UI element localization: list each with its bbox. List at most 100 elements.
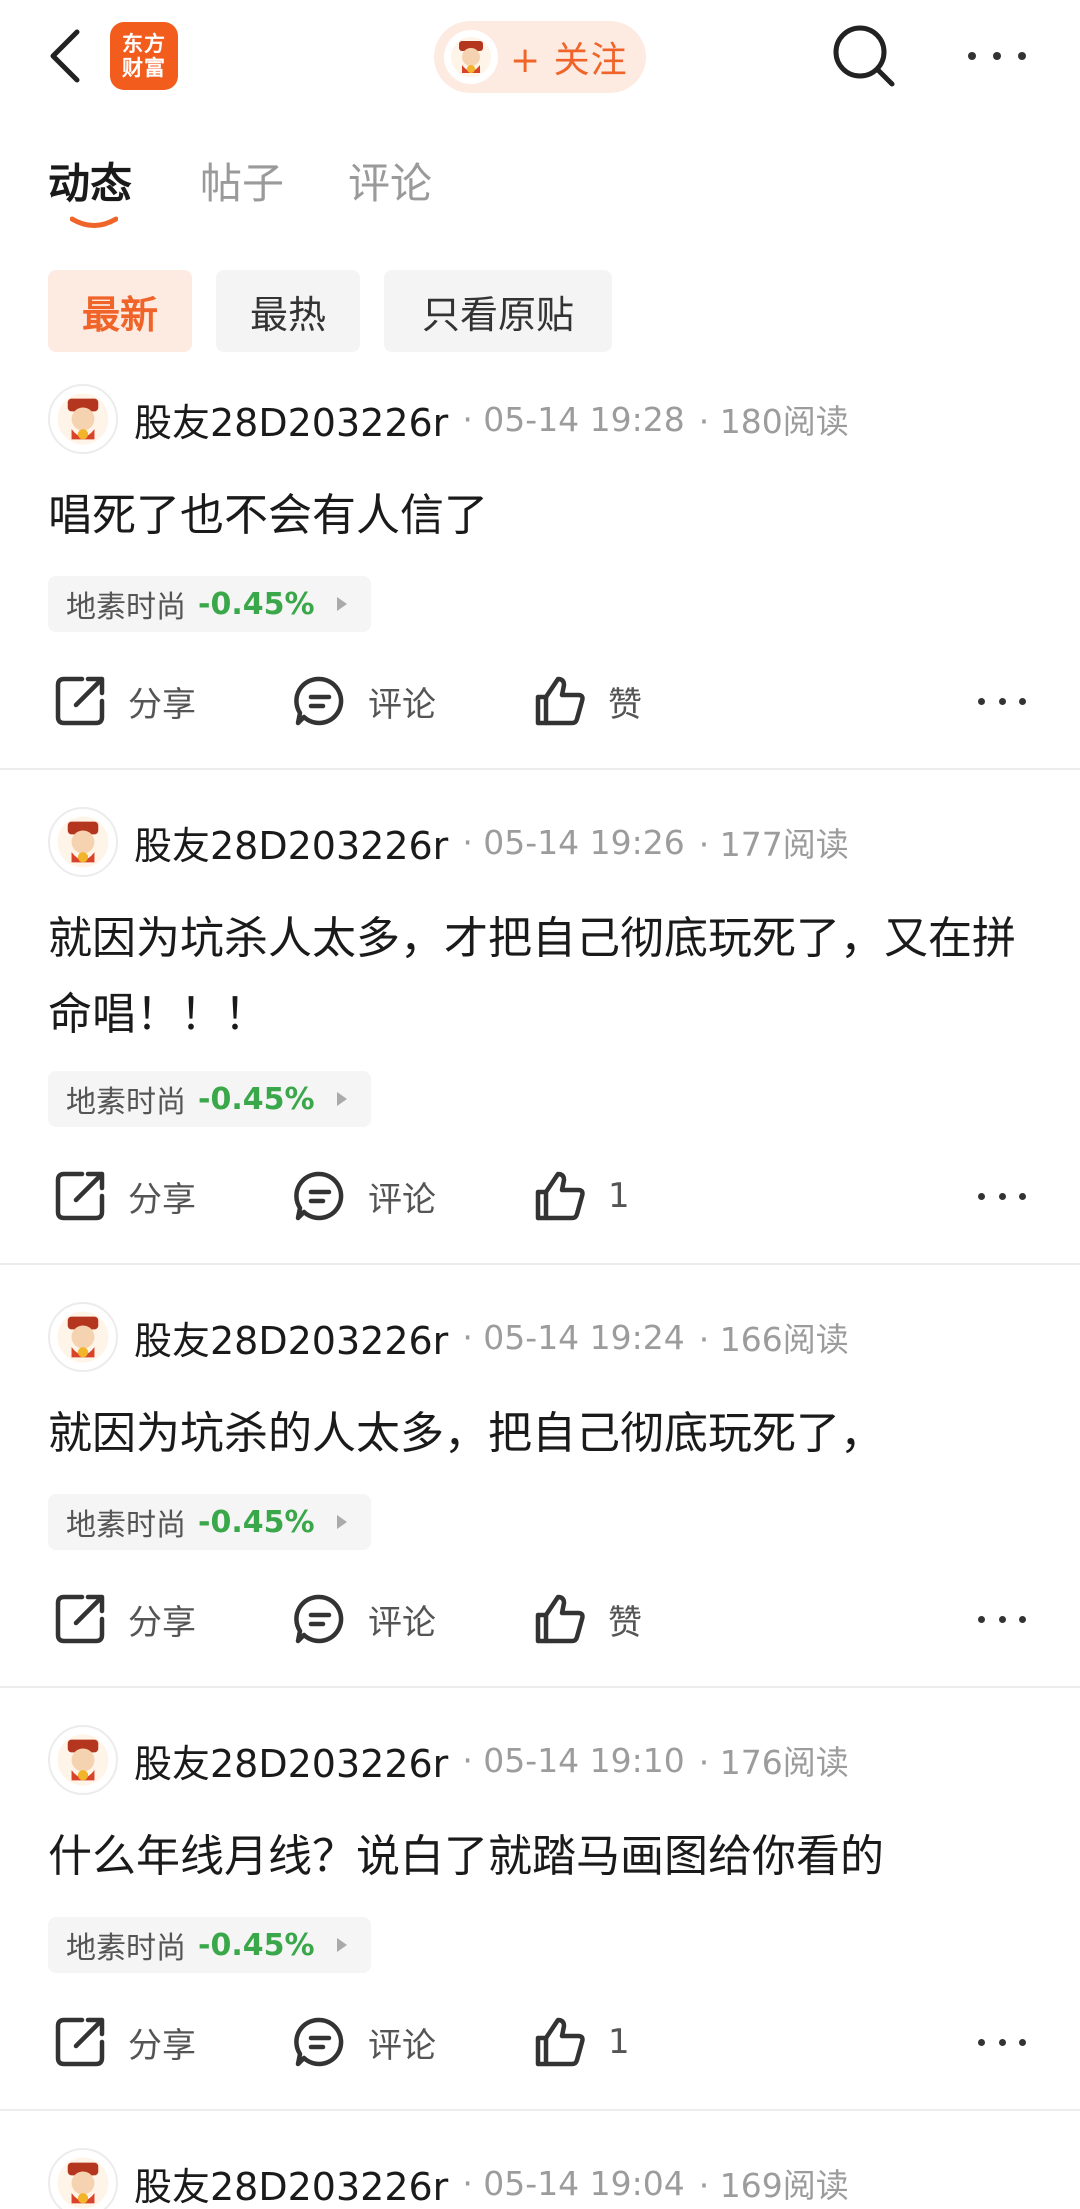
dot-icon <box>1019 1192 1026 1200</box>
comment-icon <box>294 2017 344 2067</box>
post-actions: 分享 评论 赞 <box>0 666 1080 736</box>
fortune-god-avatar-icon <box>57 1734 109 1786</box>
more-options-button[interactable] <box>962 32 1032 80</box>
avatar[interactable] <box>48 807 118 877</box>
thumbs-up-icon <box>535 1594 585 1644</box>
share-label: 分享 <box>128 684 196 725</box>
like-button[interactable]: 1 <box>532 1161 630 1231</box>
post-text[interactable]: 唱死了也不会有人信了 <box>48 478 1048 554</box>
post-actions: 分享 评论 赞 <box>0 1584 1080 1654</box>
post-text[interactable]: 就因为坑杀的人太多，把自己彻底玩死了， <box>48 1396 1048 1472</box>
post-more-button[interactable] <box>978 1172 1026 1220</box>
dot-icon <box>978 2038 985 2046</box>
divider <box>0 768 1080 770</box>
share-button[interactable]: 分享 <box>52 1584 196 1654</box>
post-time: · 05-14 19:24 <box>462 1317 685 1357</box>
stock-tag[interactable]: 地素时尚 -0.45% <box>48 1071 371 1127</box>
avatar[interactable] <box>48 1302 118 1372</box>
post-time: · 05-14 19:28 <box>462 399 685 439</box>
comment-button[interactable]: 评论 <box>292 1161 436 1231</box>
stock-change: -0.45% <box>198 1927 315 1963</box>
dot-icon <box>968 52 976 60</box>
avatar[interactable] <box>48 1725 118 1795</box>
post-more-button[interactable] <box>978 2018 1026 2066</box>
fortune-god-avatar-icon <box>57 816 109 868</box>
stock-tag[interactable]: 地素时尚 -0.45% <box>48 1494 371 1550</box>
read-count: · 176阅读 <box>698 1743 849 1782</box>
dot-icon <box>1018 52 1026 60</box>
user-avatar-small <box>444 30 498 84</box>
follow-button[interactable]: + 关注 <box>434 21 646 93</box>
read-count: · 180阅读 <box>698 402 849 441</box>
comment-button[interactable]: 评论 <box>292 1584 436 1654</box>
comment-label: 评论 <box>368 2025 436 2066</box>
share-icon <box>55 2017 105 2067</box>
top-bar: 东方 财富 + 关注 <box>0 0 1080 118</box>
post-header: 股友28D203226r · 05-14 19:26 · 177阅读 <box>48 807 849 877</box>
username[interactable]: 股友28D203226r <box>134 1310 448 1365</box>
username[interactable]: 股友28D203226r <box>134 1733 448 1788</box>
username[interactable]: 股友28D203226r <box>134 2156 448 2209</box>
tab-active-indicator <box>70 216 118 228</box>
stock-name: 地素时尚 <box>66 1508 186 1543</box>
share-label: 分享 <box>128 2025 196 2066</box>
avatar[interactable] <box>48 384 118 454</box>
comment-button[interactable]: 评论 <box>292 666 436 736</box>
search-button[interactable] <box>828 20 900 92</box>
stock-name: 地素时尚 <box>66 590 186 625</box>
like-button[interactable]: 赞 <box>532 666 642 736</box>
share-button[interactable]: 分享 <box>52 666 196 736</box>
back-button[interactable] <box>40 24 88 88</box>
fortune-god-avatar-icon <box>57 1311 109 1363</box>
stock-change: -0.45% <box>198 586 315 622</box>
share-icon <box>55 1171 105 1221</box>
post-header: 股友28D203226r · 05-14 19:10 · 176阅读 <box>48 1725 849 1795</box>
fortune-god-avatar-icon <box>57 393 109 445</box>
post-more-button[interactable] <box>978 677 1026 725</box>
dot-icon <box>1019 1615 1026 1623</box>
filter-latest[interactable]: 最新 <box>48 270 192 352</box>
dot-icon <box>978 697 985 705</box>
fortune-god-avatar-icon <box>451 37 491 77</box>
stock-change: -0.45% <box>198 1081 315 1117</box>
dot-icon <box>998 2038 1006 2046</box>
search-icon <box>833 25 895 87</box>
comment-label: 评论 <box>368 684 436 725</box>
avatar[interactable] <box>48 2148 118 2209</box>
share-label: 分享 <box>128 1179 196 1220</box>
divider <box>0 2109 1080 2111</box>
dot-icon <box>993 52 1001 60</box>
read-count: · 177阅读 <box>698 825 849 864</box>
comment-icon <box>294 1594 344 1644</box>
dot-icon <box>998 1192 1006 1200</box>
like-count: 1 <box>608 2022 630 2062</box>
post-text[interactable]: 就因为坑杀人太多，才把自己彻底玩死了，又在拼命唱！！！ <box>48 901 1048 1053</box>
triangle-right-icon <box>336 597 347 611</box>
triangle-right-icon <box>336 1938 347 1952</box>
stock-tag[interactable]: 地素时尚 -0.45% <box>48 1917 371 1973</box>
like-count: 1 <box>608 1176 630 1216</box>
tab-posts[interactable]: 帖子 <box>200 150 284 211</box>
username[interactable]: 股友28D203226r <box>134 815 448 870</box>
share-button[interactable]: 分享 <box>52 1161 196 1231</box>
post-more-button[interactable] <box>978 1595 1026 1643</box>
comment-button[interactable]: 评论 <box>292 2007 436 2077</box>
triangle-right-icon <box>336 1092 347 1106</box>
dot-icon <box>978 1615 985 1623</box>
like-button[interactable]: 赞 <box>532 1584 642 1654</box>
filter-original-only[interactable]: 只看原贴 <box>384 270 612 352</box>
dot-icon <box>1019 2038 1026 2046</box>
post-actions: 分享 评论 1 <box>0 1161 1080 1231</box>
post-time: · 05-14 19:04 <box>462 2163 685 2203</box>
chevron-left-icon <box>50 29 80 83</box>
filter-hottest[interactable]: 最热 <box>216 270 360 352</box>
username[interactable]: 股友28D203226r <box>134 392 448 447</box>
like-button[interactable]: 1 <box>532 2007 630 2077</box>
read-count: · 169阅读 <box>698 2166 849 2205</box>
tab-dynamics[interactable]: 动态 <box>48 150 132 211</box>
share-icon <box>55 1594 105 1644</box>
share-button[interactable]: 分享 <box>52 2007 196 2077</box>
tab-comments[interactable]: 评论 <box>348 150 432 211</box>
stock-tag[interactable]: 地素时尚 -0.45% <box>48 576 371 632</box>
post-text[interactable]: 什么年线月线？说白了就踏马画图给你看的 <box>48 1819 1048 1895</box>
